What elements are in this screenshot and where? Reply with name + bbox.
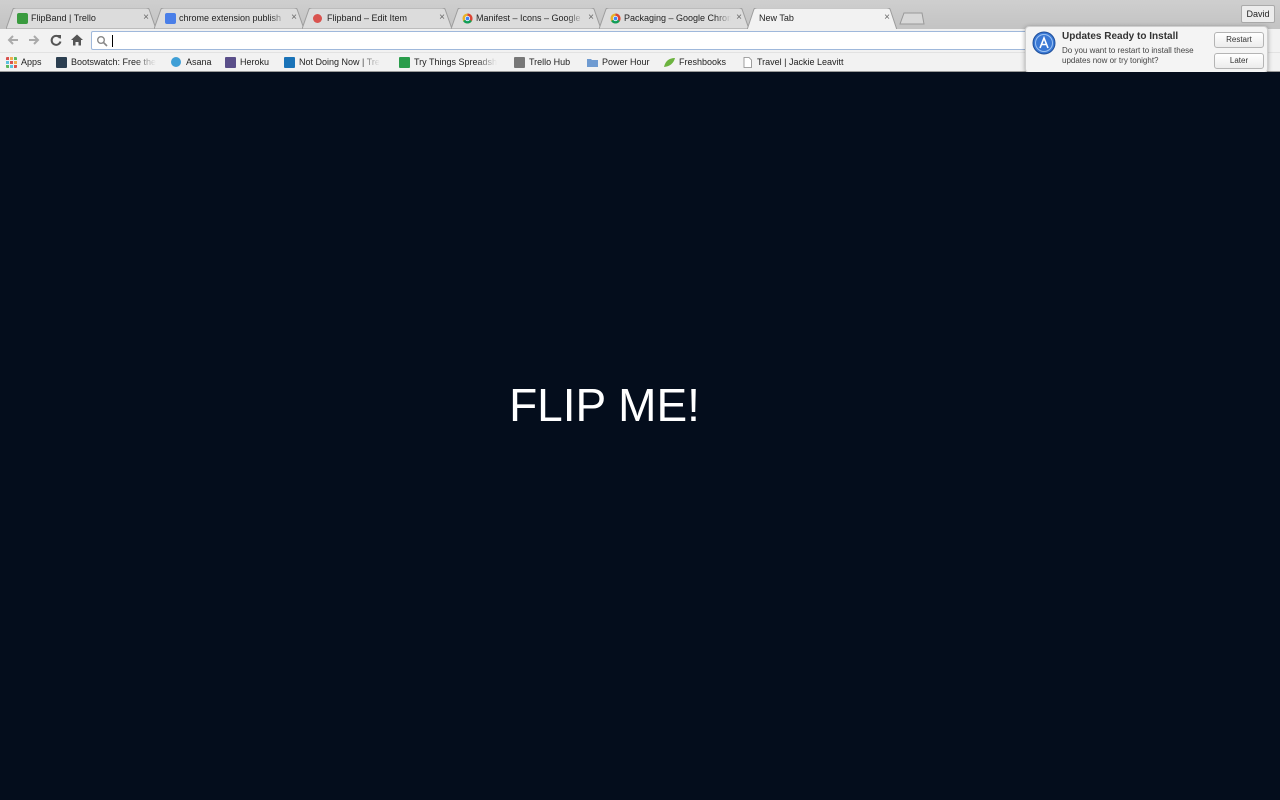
store-icon (313, 14, 322, 23)
tab-title: FlipBand | Trello (31, 13, 96, 23)
text-caret (112, 35, 113, 47)
tab-title: Packaging – Google Chrom (624, 13, 731, 23)
google-icon (165, 13, 176, 24)
close-tab-icon[interactable]: × (734, 12, 744, 24)
bookmark-label: Freshbooks (679, 57, 727, 67)
home-icon[interactable] (70, 33, 84, 47)
bootswatch-icon (56, 57, 67, 68)
bookmark-try-things[interactable]: Try Things Spreadsh (399, 56, 502, 69)
page-icon (743, 57, 752, 68)
forward-arrow-icon[interactable] (27, 33, 41, 47)
bookmark-not-doing-now[interactable]: Not Doing Now | Tre (284, 56, 387, 69)
bookmark-label: Not Doing Now | Tre (299, 57, 380, 67)
bookmark-label: Power Hour (602, 57, 650, 67)
trello-icon (17, 13, 28, 24)
update-notification: Updates Ready to Install Do you want to … (1025, 26, 1268, 73)
sheets-icon (399, 57, 410, 68)
trello-icon (284, 57, 295, 68)
tab-flipband-edit-item[interactable]: Flipband – Edit Item × (302, 8, 452, 29)
tab-new-tab[interactable]: New Tab × (747, 8, 897, 29)
tab-title: Manifest – Icons – Google (476, 13, 581, 23)
bookmark-label: Heroku (240, 57, 270, 67)
notification-title: Updates Ready to Install (1062, 31, 1179, 42)
close-tab-icon[interactable]: × (882, 12, 892, 24)
restart-button[interactable]: Restart (1214, 32, 1264, 48)
close-tab-icon[interactable]: × (437, 12, 447, 24)
tab-title: chrome extension publish (179, 13, 282, 23)
new-tab-button[interactable] (899, 12, 925, 25)
profile-button[interactable]: David (1241, 5, 1275, 23)
bookmark-trello-hub[interactable]: Trello Hub (514, 56, 578, 69)
bookmark-apps[interactable]: Apps (6, 56, 46, 69)
bookmark-label: Try Things Spreadsh (414, 57, 498, 67)
reload-icon[interactable] (49, 33, 63, 47)
tab-title: Flipband – Edit Item (327, 13, 408, 23)
app-store-icon (1032, 31, 1056, 55)
bookmark-bootswatch[interactable]: Bootswatch: Free the (56, 56, 160, 69)
bookmark-label: Travel | Jackie Leavitt (757, 57, 844, 67)
bookmark-freshbooks[interactable]: Freshbooks (664, 56, 734, 69)
bookmark-travel[interactable]: Travel | Jackie Leavitt (742, 56, 852, 69)
page-content: FLIP ME! (0, 72, 1280, 800)
close-tab-icon[interactable]: × (141, 12, 151, 24)
tab-flipband-trello[interactable]: FlipBand | Trello × (6, 8, 156, 29)
notification-body: Do you want to restart to install these … (1062, 46, 1194, 65)
bookmark-label: Apps (21, 57, 42, 67)
bookmark-power-hour[interactable]: Power Hour (587, 56, 657, 69)
tab-strip: FlipBand | Trello × chrome extension pub… (0, 0, 1280, 29)
asana-icon (171, 57, 181, 67)
folder-icon (587, 59, 598, 67)
tab-packaging[interactable]: Packaging – Google Chrom × (599, 8, 749, 29)
later-button[interactable]: Later (1214, 53, 1264, 69)
trello-icon (514, 57, 525, 68)
leaf-icon (664, 58, 675, 67)
back-arrow-icon[interactable] (6, 33, 20, 47)
bookmark-label: Trello Hub (529, 57, 571, 67)
chrome-icon (610, 13, 621, 24)
tab-chrome-extension-publish[interactable]: chrome extension publish × (154, 8, 304, 29)
heroku-icon (225, 57, 236, 68)
bookmark-label: Bootswatch: Free the (71, 57, 157, 67)
bookmark-label: Asana (186, 57, 212, 67)
tab-manifest-icons[interactable]: Manifest – Icons – Google × (451, 8, 601, 29)
chrome-icon (462, 13, 473, 24)
flip-me-headline[interactable]: FLIP ME! (0, 378, 1209, 432)
tab-title: New Tab (759, 13, 794, 23)
search-icon (97, 36, 108, 47)
close-tab-icon[interactable]: × (289, 12, 299, 24)
close-tab-icon[interactable]: × (586, 12, 596, 24)
apps-grid-icon (6, 57, 17, 68)
bookmark-heroku[interactable]: Heroku (225, 56, 275, 69)
bookmark-asana[interactable]: Asana (171, 56, 216, 69)
